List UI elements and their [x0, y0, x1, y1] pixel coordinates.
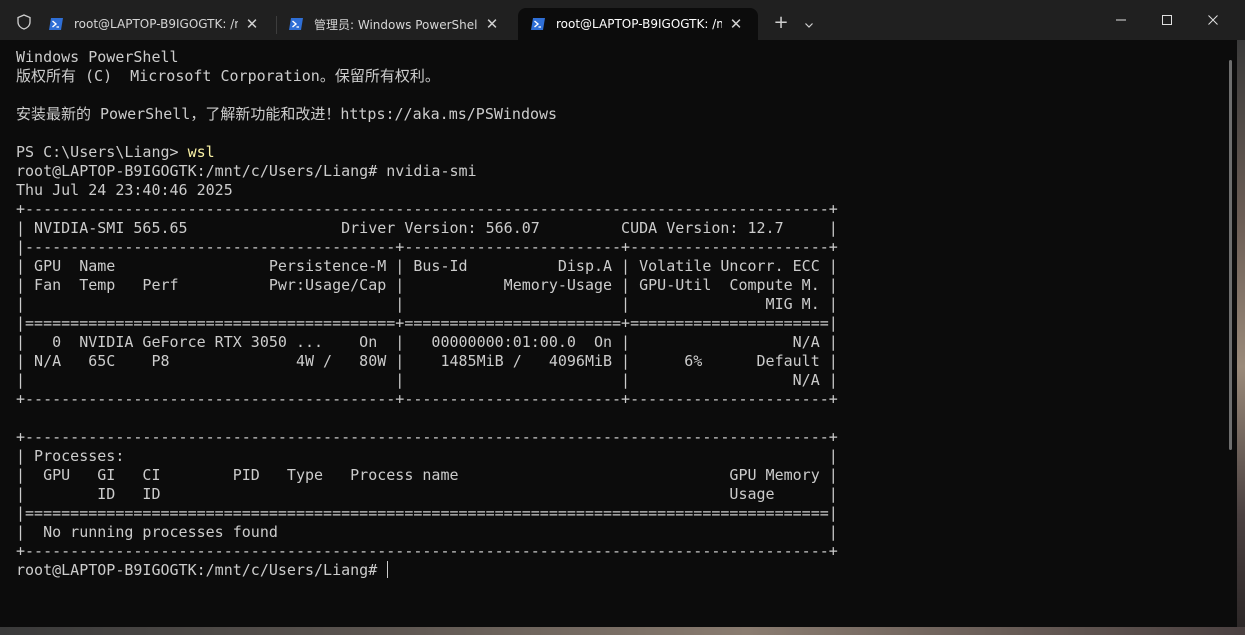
output-text: 版权所有 (C) Microsoft Corporation。保留所有权利。 [16, 67, 440, 85]
terminal-line: | ID ID Usage | [16, 485, 1216, 504]
terminal-line: | Processes: | [16, 447, 1216, 466]
output-text: | | | N/A | [16, 371, 838, 389]
output-text: +---------------------------------------… [16, 542, 838, 560]
terminal-line: |---------------------------------------… [16, 238, 1216, 257]
maximize-icon [1162, 15, 1172, 25]
terminal-line: | 0 NVIDIA GeForce RTX 3050 ... On | 000… [16, 333, 1216, 352]
output-text: +---------------------------------------… [16, 200, 838, 218]
output-text: | NVIDIA-SMI 565.65 Driver Version: 566.… [16, 219, 838, 237]
output-text: | GPU Name Persistence-M | Bus-Id Disp.A… [16, 257, 838, 275]
command-text: nvidia-smi [386, 162, 477, 180]
terminal-line: Windows PowerShell [16, 48, 1216, 67]
minimize-icon [1116, 19, 1126, 21]
close-icon[interactable]: ✕ [722, 15, 750, 33]
terminal-line: | GPU Name Persistence-M | Bus-Id Disp.A… [16, 257, 1216, 276]
terminal-output[interactable]: Windows PowerShell 版权所有 (C) Microsoft Cor… [16, 48, 1216, 618]
output-text: |=======================================… [16, 504, 838, 522]
output-text: | GPU GI CI PID Type Process name GPU Me… [16, 466, 838, 484]
terminal-window: root@LAPTOP-B9IGOGTK: /mnt/c/Users/Liang… [0, 0, 1245, 635]
terminal-line: |=======================================… [16, 314, 1216, 333]
new-tab-button[interactable]: + [768, 12, 794, 36]
output-text: Windows PowerShell [16, 48, 179, 66]
terminal-line: root@LAPTOP-B9IGOGTK:/mnt/c/Users/Liang# [16, 561, 1216, 580]
terminal-line: +---------------------------------------… [16, 428, 1216, 447]
terminal-line: | N/A 65C P8 4W / 80W | 1485MiB / 4096Mi… [16, 352, 1216, 371]
output-text: | No running processes found | [16, 523, 838, 541]
tab-label: root@LAPTOP-B9IGOGTK: /mnt/c/Users/Liang [556, 17, 722, 31]
output-text: | N/A 65C P8 4W / 80W | 1485MiB / 4096Mi… [16, 352, 838, 370]
terminal-line: | GPU GI CI PID Type Process name GPU Me… [16, 466, 1216, 485]
tab-label: 管理员: Windows PowerShell [314, 17, 478, 32]
shell-prompt: root@LAPTOP-B9IGOGTK:/mnt/c/Users/Liang# [16, 561, 387, 579]
tab-wsl-1[interactable]: root@LAPTOP-B9IGOGTK: /mnt/c/Users/Liang… [36, 8, 272, 40]
output-text: Thu Jul 24 23:40:46 2025 [16, 181, 233, 199]
output-text: 安装最新的 PowerShell，了解新功能和改进！https://aka.ms… [16, 105, 558, 123]
terminal-line: | | | MIG M. | [16, 295, 1216, 314]
terminal-line: 版权所有 (C) Microsoft Corporation。保留所有权利。 [16, 67, 1216, 86]
terminal-line: +---------------------------------------… [16, 200, 1216, 219]
shell-prompt: PS C:\Users\Liang> [16, 143, 188, 161]
output-text: | Fan Temp Perf Pwr:Usage/Cap | Memory-U… [16, 276, 838, 294]
output-text: | ID ID Usage | [16, 485, 838, 503]
command-text: wsl [187, 143, 215, 161]
output-text: | Processes: | [16, 447, 838, 465]
powershell-icon [531, 18, 545, 30]
chevron-down-icon[interactable] [798, 12, 820, 36]
tab-bar: root@LAPTOP-B9IGOGTK: /mnt/c/Users/Liang… [0, 0, 1245, 40]
desktop-wallpaper [0, 627, 1245, 635]
terminal-line: root@LAPTOP-B9IGOGTK:/mnt/c/Users/Liang#… [16, 162, 1216, 181]
tab-label: root@LAPTOP-B9IGOGTK: /mnt/c/Users/Liang [74, 17, 238, 31]
tab-wsl-2[interactable]: root@LAPTOP-B9IGOGTK: /mnt/c/Users/Liang… [518, 8, 758, 40]
terminal-line: +---------------------------------------… [16, 542, 1216, 561]
shield-icon [17, 14, 31, 30]
powershell-icon [49, 18, 63, 30]
terminal-line: | No running processes found | [16, 523, 1216, 542]
output-text: | | | MIG M. | [16, 295, 838, 313]
close-window-button[interactable] [1190, 0, 1236, 40]
output-text: +---------------------------------------… [16, 428, 838, 446]
terminal-line: | | | N/A | [16, 371, 1216, 390]
close-icon[interactable]: ✕ [478, 15, 506, 33]
close-icon[interactable]: ✕ [238, 15, 266, 33]
output-text: +---------------------------------------… [16, 390, 838, 408]
output-text: |---------------------------------------… [16, 238, 838, 256]
terminal-line: | Fan Temp Perf Pwr:Usage/Cap | Memory-U… [16, 276, 1216, 295]
powershell-icon [289, 18, 303, 30]
terminal-line: 安装最新的 PowerShell，了解新功能和改进！https://aka.ms… [16, 105, 1216, 124]
terminal-line: | NVIDIA-SMI 565.65 Driver Version: 566.… [16, 219, 1216, 238]
minimize-button[interactable] [1098, 0, 1144, 40]
terminal-line: Thu Jul 24 23:40:46 2025 [16, 181, 1216, 200]
tab-powershell-admin[interactable]: 管理员: Windows PowerShell ✕ [276, 8, 514, 40]
terminal-line: |=======================================… [16, 504, 1216, 523]
text-cursor [387, 561, 389, 578]
output-text: |=======================================… [16, 314, 838, 332]
scrollbar[interactable] [1229, 60, 1232, 450]
maximize-button[interactable] [1144, 0, 1190, 40]
output-text: | 0 NVIDIA GeForce RTX 3050 ... On | 000… [16, 333, 838, 351]
terminal-line: +---------------------------------------… [16, 390, 1216, 409]
desktop-wallpaper [1237, 40, 1245, 635]
terminal-line: PS C:\Users\Liang> wsl [16, 143, 1216, 162]
shell-prompt: root@LAPTOP-B9IGOGTK:/mnt/c/Users/Liang# [16, 162, 387, 180]
close-icon [1208, 15, 1218, 25]
